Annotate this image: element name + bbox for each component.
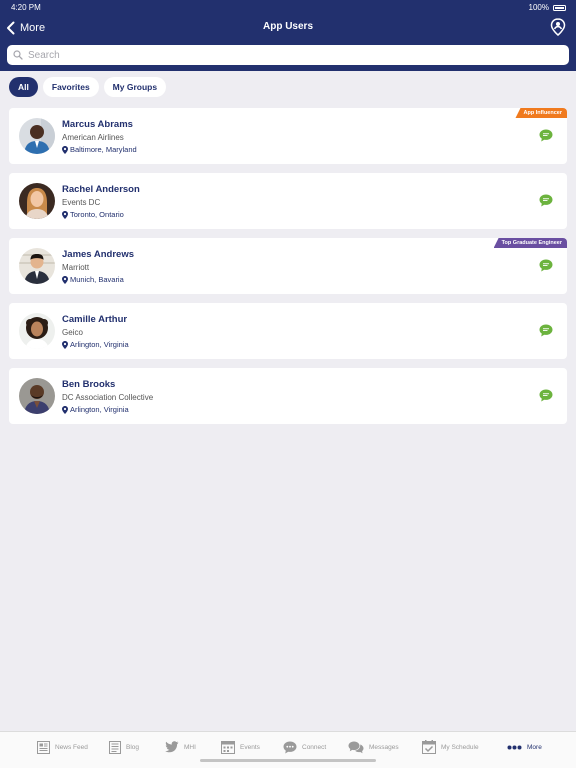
user-location-text: Arlington, Virginia [70,405,129,414]
tab-blog[interactable]: Blog [109,739,139,755]
map-pin-icon [62,405,68,414]
page-title: App Users [262,21,313,32]
battery-icon [553,4,566,11]
user-location-text: Munich, Bavaria [70,275,124,284]
avatar [19,248,55,284]
chat-icon[interactable] [539,259,553,272]
user-card[interactable]: Marcus Abrams American Airlines Baltimor… [9,108,567,164]
avatar [19,378,55,414]
user-organization: Marriott [62,263,90,272]
avatar [19,118,55,154]
search-input[interactable] [28,49,548,61]
more-dots-icon [507,745,522,749]
user-location-text: Baltimore, Maryland [70,145,137,154]
bottom-tab-bar: News Feed Blog MHI Events Connect Messag… [0,731,576,768]
tab-mhi[interactable]: MHI [165,739,196,755]
user-name: Camille Arthur [62,314,128,325]
tab-label: News Feed [55,743,88,751]
map-pin-icon [62,145,68,154]
filter-favorites[interactable]: Favorites [42,77,99,97]
search-icon [13,50,23,60]
user-organization: Geico [62,328,83,337]
user-name: Ben Brooks [62,379,116,390]
user-card[interactable]: James Andrews Marriott Munich, Bavaria T… [9,238,567,294]
user-name: James Andrews [62,249,134,260]
tab-label: Events [240,743,260,751]
user-location: Toronto, Ontario [62,210,124,219]
back-label: More [20,22,46,34]
tab-connect[interactable]: Connect [283,739,326,755]
user-location: Arlington, Virginia [62,405,129,414]
user-location-text: Arlington, Virginia [70,340,129,349]
user-card[interactable]: Ben Brooks DC Association Collective Arl… [9,368,567,424]
navigation-header: 4:20 PM 100% More App Users [0,0,576,71]
user-badge: App Influencer [515,108,567,118]
status-time: 4:20 PM [11,3,41,12]
user-badge: Top Graduate Engineer [493,238,567,248]
messages-icon [348,741,364,753]
user-location-pin-icon [550,18,566,36]
user-organization: Events DC [62,198,101,207]
user-organization: DC Association Collective [62,393,154,402]
tab-label: My Schedule [441,743,479,751]
user-name: Marcus Abrams [62,119,133,130]
filter-tabs: All Favorites My Groups [9,77,167,97]
tab-events[interactable]: Events [221,739,260,755]
chat-icon[interactable] [539,389,553,402]
user-organization: American Airlines [62,133,124,142]
tab-label: More [527,743,542,751]
user-location-text: Toronto, Ontario [70,210,124,219]
tab-label: Messages [369,743,399,751]
filter-all[interactable]: All [9,77,38,97]
user-list: Marcus Abrams American Airlines Baltimor… [9,108,567,433]
calendar-icon [221,741,235,754]
map-pin-icon [62,210,68,219]
twitter-icon [165,741,179,753]
chat-icon[interactable] [539,194,553,207]
newspaper-icon [37,740,50,754]
user-location: Baltimore, Maryland [62,145,137,154]
user-location: Munich, Bavaria [62,275,124,284]
calendar-check-icon [422,740,436,754]
map-pin-icon [62,340,68,349]
tab-label: Connect [302,743,327,751]
battery-percent: 100% [528,3,549,12]
status-battery-area: 100% [529,3,566,12]
chat-icon[interactable] [539,324,553,337]
avatar [19,313,55,349]
tab-news-feed[interactable]: News Feed [37,739,88,755]
avatar [19,183,55,219]
blog-icon [109,740,121,754]
tab-messages[interactable]: Messages [348,739,399,755]
user-location: Arlington, Virginia [62,340,129,349]
home-indicator [200,759,376,762]
user-card[interactable]: Camille Arthur Geico Arlington, Virginia [9,303,567,359]
tab-my-schedule[interactable]: My Schedule [422,739,479,755]
map-pin-icon [62,275,68,284]
user-name: Rachel Anderson [62,184,140,195]
back-button[interactable]: More [6,17,45,39]
tab-label: MHI [184,743,196,751]
search-bar [7,45,569,65]
chat-bubble-icon [283,741,297,753]
location-button[interactable] [550,18,566,36]
chat-icon[interactable] [539,129,553,142]
tab-more[interactable]: More [507,739,542,755]
filter-my-groups[interactable]: My Groups [103,77,167,97]
chevron-left-icon [7,21,15,35]
user-card[interactable]: Rachel Anderson Events DC Toronto, Ontar… [9,173,567,229]
tab-label: Blog [126,743,140,751]
